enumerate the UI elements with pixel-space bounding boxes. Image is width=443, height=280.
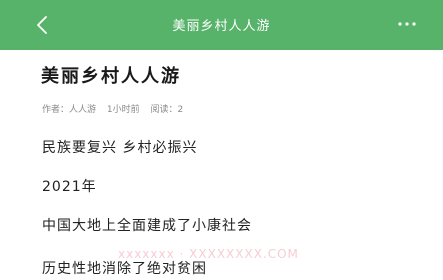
paragraph-2: 2021年 [42,179,97,195]
top-navigation-bar: 美丽乡村人人游 [0,0,443,50]
paragraph-3: 中国大地上全面建成了小康社会 [42,218,252,234]
more-dots-icon [398,22,416,26]
article-title: 美丽乡村人人游 [41,66,181,87]
article-content: 美丽乡村人人游 作者：人人游 1小时前 阅读：2 民族要复兴 乡村必振兴 202… [0,50,443,280]
watermark: xxxxxxx · XXXXXXXX.COM [118,247,299,261]
article-meta: 作者：人人游 1小时前 阅读：2 [42,102,191,115]
meta-author[interactable]: 作者：人人游 [42,105,96,115]
meta-reads: 阅读：2 [150,105,184,115]
nav-title: 美丽乡村人人游 [172,19,271,34]
paragraph-1: 民族要复兴 乡村必振兴 [42,140,198,156]
paragraph-4: 历史性地消除了绝对贫困 [42,261,207,277]
meta-time: 1小时前 [106,105,140,115]
more-button[interactable] [391,11,423,37]
